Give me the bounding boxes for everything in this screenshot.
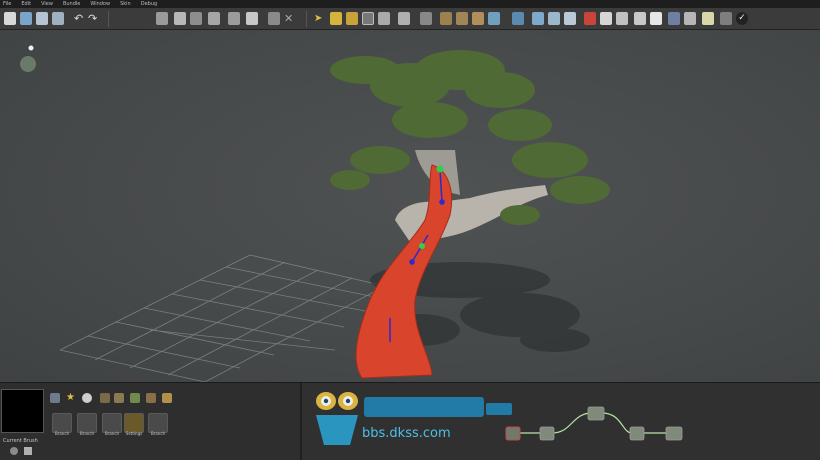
brush-slot-label: Branch bbox=[79, 431, 95, 436]
graph-node[interactable] bbox=[539, 426, 555, 441]
brush-tool-icon[interactable] bbox=[50, 393, 60, 403]
menu-file[interactable]: File bbox=[3, 0, 11, 8]
camera-icon[interactable] bbox=[668, 12, 680, 25]
collision-tool-icon[interactable] bbox=[584, 12, 596, 25]
brush-label: Current Brush bbox=[3, 438, 38, 444]
lod-tool-icon[interactable] bbox=[564, 12, 576, 25]
open-file-icon[interactable] bbox=[20, 12, 32, 25]
brush-slot-label: Branch bbox=[54, 431, 70, 436]
pencil-icon[interactable] bbox=[346, 12, 358, 25]
brush-slot-label: Branch bbox=[104, 431, 120, 436]
brush-preview[interactable] bbox=[1, 389, 44, 433]
menu-view[interactable]: View bbox=[41, 0, 53, 8]
menu-skin[interactable]: Skin bbox=[120, 0, 131, 8]
delete-icon[interactable]: ✕ bbox=[284, 12, 296, 25]
refresh-icon[interactable] bbox=[246, 12, 258, 25]
leaf-tool-icon[interactable] bbox=[440, 12, 452, 25]
twig-tool-icon[interactable] bbox=[456, 12, 468, 25]
render-icon[interactable] bbox=[684, 12, 696, 25]
graph-node[interactable] bbox=[629, 426, 645, 441]
brush-slot[interactable] bbox=[77, 413, 97, 433]
stats-icon[interactable] bbox=[702, 12, 714, 25]
star-icon[interactable]: ★ bbox=[66, 393, 76, 403]
copy-icon[interactable] bbox=[174, 12, 186, 25]
menu-edit[interactable]: Edit bbox=[21, 0, 31, 8]
pen-icon[interactable] bbox=[330, 12, 342, 25]
cut-tool-icon[interactable] bbox=[548, 12, 560, 25]
save-file-icon[interactable] bbox=[36, 12, 48, 25]
light-icon[interactable] bbox=[650, 12, 662, 25]
control-node[interactable] bbox=[436, 165, 444, 173]
control-node[interactable] bbox=[419, 243, 425, 249]
stop-icon[interactable] bbox=[268, 12, 280, 25]
paste-icon[interactable] bbox=[190, 12, 202, 25]
settings-icon[interactable] bbox=[720, 12, 732, 25]
check-icon[interactable]: ✓ bbox=[736, 12, 748, 25]
mesh-tool-icon[interactable] bbox=[488, 12, 500, 25]
ruler-icon[interactable] bbox=[362, 12, 374, 25]
clock-icon[interactable] bbox=[82, 393, 92, 403]
scatter-icon[interactable] bbox=[228, 12, 240, 25]
settings-gear-icon[interactable] bbox=[10, 447, 18, 455]
wind-icon[interactable] bbox=[634, 12, 646, 25]
bottom-panel: Current Brush ★ Branch Branch Branch Set… bbox=[0, 382, 820, 460]
brush-slot[interactable] bbox=[148, 413, 168, 433]
menu-debug[interactable]: Debug bbox=[141, 0, 157, 8]
new-file-icon[interactable] bbox=[4, 12, 16, 25]
brush-slot-label: Settings bbox=[125, 431, 143, 436]
3d-viewport[interactable] bbox=[0, 30, 820, 382]
graph-canvas: bbs.dkss.com bbox=[316, 392, 683, 445]
redo-icon[interactable]: ↷ bbox=[88, 12, 100, 25]
menu-window[interactable]: Window bbox=[90, 0, 110, 8]
graph-node[interactable] bbox=[665, 426, 683, 441]
pencil-icon[interactable] bbox=[24, 447, 32, 455]
brush-preset-icon[interactable] bbox=[130, 393, 140, 403]
texture-icon[interactable] bbox=[616, 12, 628, 25]
brush-preset-icon[interactable] bbox=[114, 393, 124, 403]
pointer-icon[interactable]: ➤ bbox=[314, 12, 326, 25]
brush-slot[interactable] bbox=[102, 413, 122, 433]
brush-slot[interactable] bbox=[52, 413, 72, 433]
brush-preset-icon[interactable] bbox=[162, 393, 172, 403]
watermark-domain: bbs.dkss.com bbox=[362, 426, 451, 441]
undo-icon[interactable]: ↶ bbox=[74, 12, 86, 25]
viewport-scene bbox=[20, 45, 610, 382]
frond-tool-icon[interactable] bbox=[472, 12, 484, 25]
toolbar-separator bbox=[306, 11, 307, 27]
select-all-icon[interactable] bbox=[156, 12, 168, 25]
grid-icon[interactable] bbox=[420, 12, 432, 25]
brush-slot[interactable] bbox=[124, 413, 144, 433]
snap-icon[interactable] bbox=[208, 12, 220, 25]
main-toolbar: ↶ ↷ ✕ ➤ ✓ bbox=[0, 8, 820, 30]
graph-node[interactable] bbox=[587, 406, 605, 421]
brush-preset-icon[interactable] bbox=[146, 393, 156, 403]
bone-tool-icon[interactable] bbox=[532, 12, 544, 25]
brush-slot-label: Branch bbox=[150, 431, 166, 436]
brush-preset-icon[interactable] bbox=[100, 393, 110, 403]
graph-node[interactable] bbox=[505, 426, 521, 441]
app-window: File Edit View Bundle Window Skin Debug … bbox=[0, 0, 820, 460]
fin-tool-icon[interactable] bbox=[512, 12, 524, 25]
menu-bar: File Edit View Bundle Window Skin Debug bbox=[0, 0, 820, 8]
save-as-icon[interactable] bbox=[52, 12, 64, 25]
toolbar-separator bbox=[108, 11, 109, 27]
menu-bundle[interactable]: Bundle bbox=[63, 0, 80, 8]
material-icon[interactable] bbox=[600, 12, 612, 25]
ground-grid bbox=[59, 254, 386, 382]
generation-graph[interactable]: bbs.dkss.com bbox=[302, 383, 820, 460]
scissors-icon[interactable] bbox=[378, 12, 390, 25]
branch-tool-icon[interactable] bbox=[398, 12, 410, 25]
orientation-gizmo[interactable] bbox=[20, 45, 36, 73]
